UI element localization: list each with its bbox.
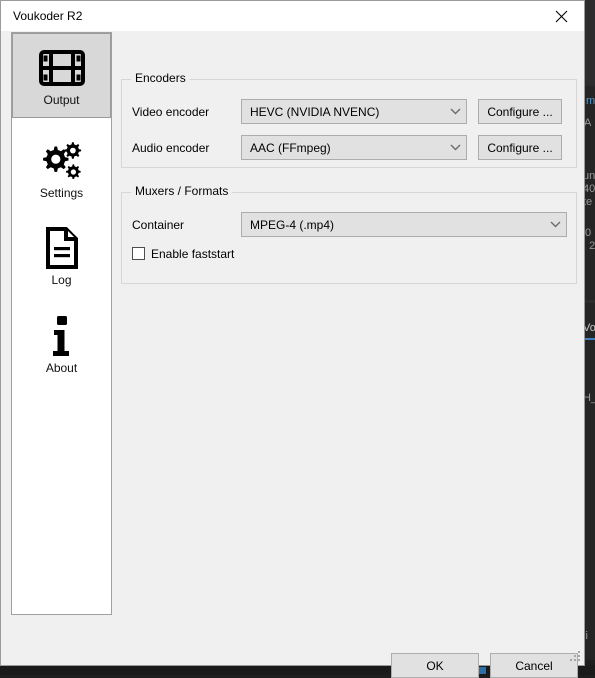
chevron-down-icon bbox=[444, 108, 466, 115]
grip-dot bbox=[570, 659, 572, 661]
container-label: Container bbox=[132, 218, 185, 232]
grip-dot bbox=[578, 651, 580, 653]
video-encoder-label: Video encoder bbox=[132, 105, 210, 119]
background-text-fragment: 0 bbox=[585, 227, 592, 239]
dialog-body: Output Settings Log About Encoders Video… bbox=[1, 31, 584, 678]
container-value: MPEG-4 (.mp4) bbox=[250, 217, 335, 232]
film-strip-icon bbox=[38, 45, 85, 91]
muxers-group: Muxers / Formats bbox=[121, 185, 577, 284]
sidebar-item-output[interactable]: Output bbox=[12, 33, 111, 118]
sidebar-item-settings[interactable]: Settings bbox=[12, 126, 111, 211]
gears-icon bbox=[39, 138, 85, 184]
grip-dot bbox=[578, 659, 580, 661]
chevron-down-icon bbox=[444, 144, 466, 151]
cancel-button[interactable]: Cancel bbox=[490, 653, 578, 678]
grip-dot bbox=[574, 655, 576, 657]
sidebar-item-about[interactable]: About bbox=[12, 301, 111, 386]
video-encoder-value: HEVC (NVIDIA NVENC) bbox=[250, 104, 380, 119]
document-icon bbox=[42, 225, 82, 271]
audio-encoder-select[interactable]: AAC (FFmpeg) bbox=[241, 135, 467, 160]
sidebar-nav: Output Settings Log About bbox=[11, 32, 112, 615]
voukoder-dialog: Voukoder R2 Output Settings Log About En… bbox=[0, 0, 585, 678]
background-text-fragment: A bbox=[584, 117, 592, 129]
sidebar-item-log[interactable]: Log bbox=[12, 213, 111, 298]
configure-video-button[interactable]: Configure ... bbox=[478, 99, 562, 124]
sidebar-item-output-label: Output bbox=[43, 93, 80, 107]
resize-grip[interactable] bbox=[569, 650, 581, 662]
chevron-down-icon bbox=[544, 221, 566, 228]
video-encoder-select[interactable]: HEVC (NVIDIA NVENC) bbox=[241, 99, 467, 124]
container-select[interactable]: MPEG-4 (.mp4) bbox=[241, 212, 567, 237]
grip-dot bbox=[578, 655, 580, 657]
close-button[interactable] bbox=[538, 1, 584, 31]
sidebar-item-settings-label: Settings bbox=[39, 186, 84, 200]
audio-encoder-value: AAC (FFmpeg) bbox=[250, 140, 331, 155]
info-icon bbox=[45, 313, 79, 359]
grip-dot bbox=[574, 659, 576, 661]
ok-button[interactable]: OK bbox=[391, 653, 479, 678]
enable-faststart-checkbox[interactable]: Enable faststart bbox=[132, 247, 234, 260]
window-title: Voukoder R2 bbox=[13, 9, 83, 23]
sidebar-item-log-label: Log bbox=[51, 273, 72, 287]
encoders-group-title: Encoders bbox=[131, 72, 190, 84]
configure-audio-button[interactable]: Configure ... bbox=[478, 135, 562, 160]
muxers-group-title: Muxers / Formats bbox=[131, 185, 233, 197]
audio-encoder-label: Audio encoder bbox=[132, 141, 210, 155]
sidebar-item-about-label: About bbox=[45, 361, 78, 375]
checkbox-indicator bbox=[132, 247, 145, 260]
close-icon bbox=[555, 10, 568, 23]
title-bar: Voukoder R2 bbox=[1, 1, 584, 31]
enable-faststart-label: Enable faststart bbox=[151, 246, 235, 261]
